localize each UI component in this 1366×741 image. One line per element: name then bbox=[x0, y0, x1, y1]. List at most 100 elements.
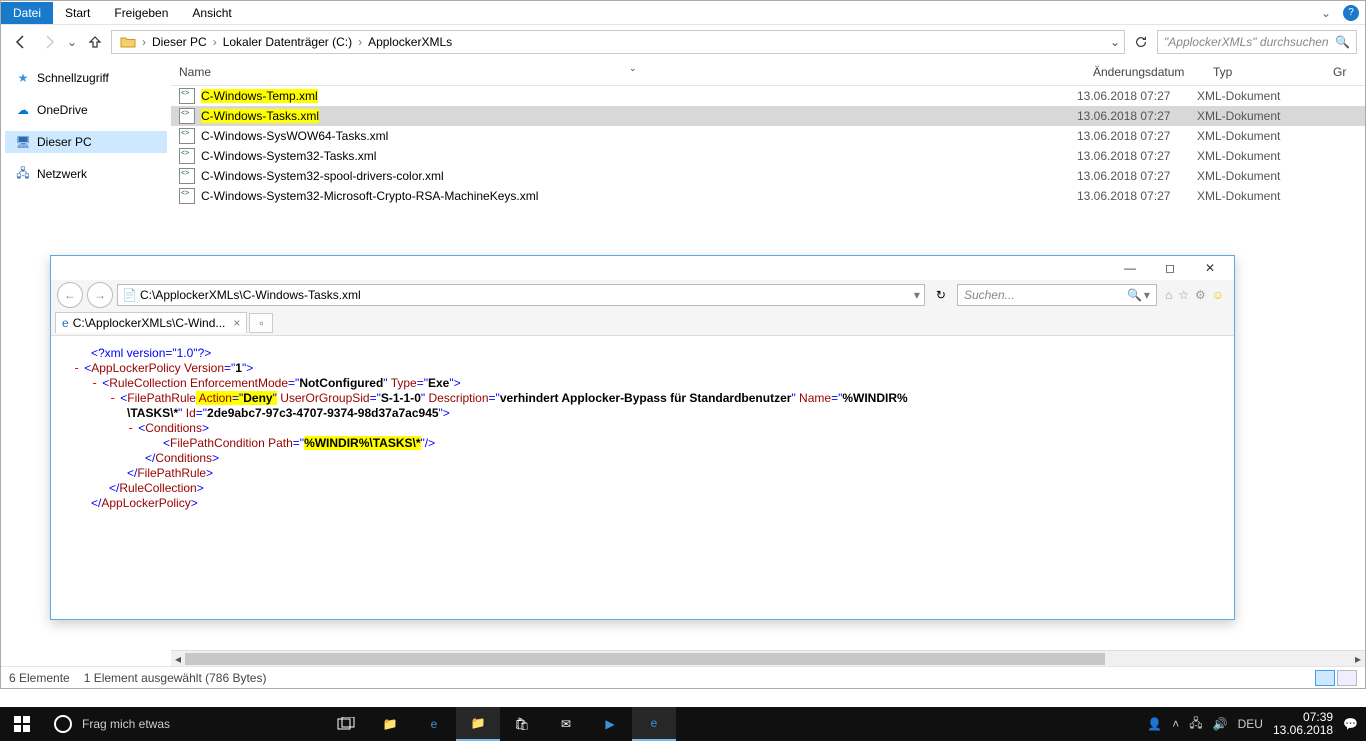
taskbar-app-mail[interactable]: ✉ bbox=[544, 707, 588, 741]
taskbar-app-explorer-open[interactable]: 📁 bbox=[456, 707, 500, 741]
ie-search-input[interactable]: Suchen... 🔍 ▾ bbox=[957, 284, 1157, 306]
ie-newtab-button[interactable]: ▫ bbox=[249, 313, 273, 333]
scroll-right-icon[interactable]: ▸ bbox=[1351, 651, 1365, 667]
recent-dropdown[interactable]: ⌄ bbox=[65, 30, 79, 54]
xml-file-icon bbox=[179, 108, 195, 124]
addr-dropdown-icon[interactable]: ⌄ bbox=[1110, 35, 1120, 49]
tab-file[interactable]: Datei bbox=[1, 2, 53, 24]
file-name: C-Windows-SysWOW64-Tasks.xml bbox=[201, 129, 1077, 143]
xml-file-icon bbox=[179, 148, 195, 164]
xml-declaration: <?xml version="1.0"?> bbox=[91, 346, 211, 360]
taskbar-app-powershell[interactable]: ▶ bbox=[588, 707, 632, 741]
ribbon-expand-icon[interactable]: ⌄ bbox=[1315, 6, 1337, 20]
file-type: XML-Dokument bbox=[1197, 149, 1317, 163]
up-button[interactable] bbox=[83, 30, 107, 54]
favorites-icon[interactable]: ☆ bbox=[1178, 288, 1189, 302]
file-row[interactable]: C-Windows-System32-spool-drivers-color.x… bbox=[171, 166, 1365, 186]
tab-start[interactable]: Start bbox=[53, 2, 102, 24]
sidebar-label: Netzwerk bbox=[37, 167, 87, 181]
collapse-icon[interactable]: - bbox=[109, 391, 116, 405]
addr-dropdown-icon[interactable]: ▾ bbox=[914, 288, 920, 302]
language-indicator[interactable]: DEU bbox=[1238, 717, 1263, 731]
tab-view[interactable]: Ansicht bbox=[180, 2, 243, 24]
mail-icon: ✉ bbox=[561, 717, 571, 731]
col-type[interactable]: Typ bbox=[1205, 59, 1325, 85]
status-count: 6 Elemente bbox=[9, 671, 70, 685]
scroll-thumb[interactable] bbox=[185, 653, 1105, 665]
tab-share[interactable]: Freigeben bbox=[102, 2, 180, 24]
file-row[interactable]: C-Windows-SysWOW64-Tasks.xml13.06.2018 0… bbox=[171, 126, 1365, 146]
view-icons-icon[interactable] bbox=[1337, 670, 1357, 686]
file-type: XML-Dokument bbox=[1197, 129, 1317, 143]
action-center-icon[interactable]: 💬 bbox=[1343, 717, 1358, 731]
file-row[interactable]: C-Windows-System32-Microsoft-Crypto-RSA-… bbox=[171, 186, 1365, 206]
volume-icon[interactable]: 🔊 bbox=[1213, 717, 1228, 731]
file-row[interactable]: C-Windows-Temp.xml13.06.2018 07:27XML-Do… bbox=[171, 86, 1365, 106]
start-button[interactable] bbox=[0, 707, 44, 741]
col-date[interactable]: Änderungsdatum bbox=[1085, 59, 1205, 85]
file-type: XML-Dokument bbox=[1197, 189, 1317, 203]
network-icon[interactable]: 🖧 bbox=[1189, 714, 1202, 735]
search-input[interactable]: "ApplockerXMLs" durchsuchen 🔍 bbox=[1157, 30, 1357, 54]
ie-tab[interactable]: e C:\ApplockerXMLs\C-Wind... × bbox=[55, 312, 247, 333]
ie-back-button[interactable]: ← bbox=[57, 282, 83, 308]
back-button[interactable] bbox=[9, 30, 33, 54]
address-bar[interactable]: › Dieser PC › Lokaler Datenträger (C:) ›… bbox=[111, 30, 1125, 54]
tab-close-icon[interactable]: × bbox=[233, 316, 240, 330]
breadcrumb[interactable]: Lokaler Datenträger (C:) bbox=[219, 35, 356, 49]
forward-button bbox=[37, 30, 61, 54]
taskbar-app-ie[interactable]: e bbox=[632, 707, 676, 741]
ie-forward-button[interactable]: → bbox=[87, 282, 113, 308]
close-button[interactable]: ✕ bbox=[1190, 257, 1230, 279]
people-icon[interactable]: 👤 bbox=[1147, 717, 1162, 731]
sidebar-item-quickaccess[interactable]: ★ Schnellzugriff bbox=[5, 67, 167, 89]
search-dropdown-icon[interactable]: ▾ bbox=[1144, 288, 1150, 302]
maximize-button[interactable]: ◻ bbox=[1150, 257, 1190, 279]
breadcrumb[interactable]: Dieser PC bbox=[148, 35, 211, 49]
minimize-button[interactable]: — bbox=[1110, 257, 1150, 279]
collapse-icon[interactable]: - bbox=[91, 376, 98, 390]
system-tray: 👤 ˄ 🖧 🔊 DEU 07:39 13.06.2018 💬 bbox=[1139, 711, 1366, 737]
ie-search-placeholder: Suchen... bbox=[964, 288, 1015, 302]
tray-expand-icon[interactable]: ˄ bbox=[1172, 717, 1179, 731]
network-icon: 🖧 bbox=[15, 166, 31, 182]
ie-address-bar[interactable]: 📄 C:\ApplockerXMLs\C-Windows-Tasks.xml ▾ bbox=[117, 284, 925, 306]
taskbar-clock[interactable]: 07:39 13.06.2018 bbox=[1273, 711, 1333, 737]
search-placeholder: "ApplockerXMLs" durchsuchen bbox=[1164, 35, 1329, 49]
sidebar-item-network[interactable]: 🖧 Netzwerk bbox=[5, 163, 167, 185]
sidebar-item-onedrive[interactable]: ☁ OneDrive bbox=[5, 99, 167, 121]
folder-icon: 📁 bbox=[471, 716, 486, 730]
tools-icon[interactable]: ⚙ bbox=[1195, 288, 1206, 302]
ie-titlebar: — ◻ ✕ bbox=[51, 256, 1234, 280]
file-row[interactable]: C-Windows-System32-Tasks.xml13.06.2018 0… bbox=[171, 146, 1365, 166]
refresh-button[interactable] bbox=[1129, 30, 1153, 54]
ie-window: — ◻ ✕ ← → 📄 C:\ApplockerXMLs\C-Windows-T… bbox=[50, 255, 1235, 620]
view-details-icon[interactable] bbox=[1315, 670, 1335, 686]
col-size[interactable]: Gr bbox=[1325, 59, 1365, 85]
ie-tab-title: C:\ApplockerXMLs\C-Wind... bbox=[73, 316, 226, 330]
collapse-icon[interactable]: - bbox=[127, 421, 134, 435]
breadcrumb[interactable]: ApplockerXMLs bbox=[364, 35, 456, 49]
ie-refresh-button[interactable]: ↻ bbox=[929, 288, 953, 302]
xml-file-icon bbox=[179, 88, 195, 104]
scroll-left-icon[interactable]: ◂ bbox=[171, 651, 185, 667]
collapse-icon[interactable]: - bbox=[73, 361, 80, 375]
file-name: C-Windows-System32-Microsoft-Crypto-RSA-… bbox=[201, 189, 1077, 203]
taskbar-app-explorer[interactable]: 📁 bbox=[368, 707, 412, 741]
ie-navbar: ← → 📄 C:\ApplockerXMLs\C-Windows-Tasks.x… bbox=[51, 280, 1234, 310]
taskbar-app-store[interactable]: 🛍 bbox=[500, 707, 544, 741]
home-icon[interactable]: ⌂ bbox=[1165, 288, 1172, 302]
sort-indicator-icon: ⌄ bbox=[621, 57, 645, 80]
xml-file-icon bbox=[179, 128, 195, 144]
taskbar-app-edge[interactable]: e bbox=[412, 707, 456, 741]
help-icon[interactable]: ? bbox=[1343, 5, 1359, 21]
view-toggle[interactable] bbox=[1315, 670, 1357, 686]
sidebar-item-thispc[interactable]: 🖥 Dieser PC bbox=[5, 131, 167, 153]
smiley-icon[interactable]: ☺ bbox=[1212, 288, 1224, 302]
taskbar-search[interactable]: Frag mich etwas bbox=[44, 707, 324, 741]
file-row[interactable]: C-Windows-Tasks.xml13.06.2018 07:27XML-D… bbox=[171, 106, 1365, 126]
taskbar: Frag mich etwas 📁 e 📁 🛍 ✉ ▶ e 👤 ˄ 🖧 🔊 DE… bbox=[0, 707, 1366, 741]
file-type: XML-Dokument bbox=[1197, 169, 1317, 183]
taskview-button[interactable] bbox=[324, 707, 368, 741]
horizontal-scrollbar[interactable]: ◂ ▸ bbox=[171, 650, 1365, 666]
